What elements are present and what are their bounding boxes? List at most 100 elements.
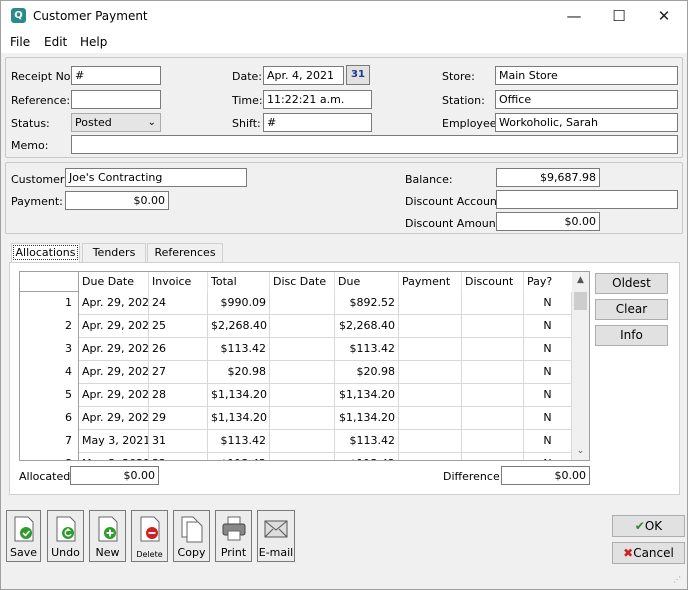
cell-invoice[interactable]: 26 — [149, 338, 208, 361]
cell-discount[interactable] — [462, 292, 524, 315]
cell-discount[interactable] — [462, 430, 524, 453]
tab-references[interactable]: References — [147, 243, 223, 262]
cell-due[interactable]: $1,134.20 — [335, 407, 399, 430]
tab-allocations[interactable]: Allocations — [11, 243, 80, 262]
clear-button[interactable]: Clear — [595, 299, 668, 320]
cell-due-date[interactable]: Apr. 29, 2021 — [79, 338, 149, 361]
copy-button[interactable]: Copy — [173, 510, 210, 562]
cell-payment[interactable] — [399, 361, 462, 384]
cell-due-date[interactable]: Apr. 29, 2021 — [79, 384, 149, 407]
employee-field[interactable]: Workoholic, Sarah — [495, 113, 678, 132]
cell-discount[interactable] — [462, 315, 524, 338]
cell-disc-date[interactable] — [270, 430, 335, 453]
reference-field[interactable] — [71, 90, 161, 109]
table-row[interactable]: 8May 3, 202132$113.42$113.42N — [20, 453, 580, 460]
table-row[interactable]: 3 Apr. 29, 2021 26 $113.42 $113.42 N — [20, 338, 580, 361]
cell-invoice[interactable]: 29 — [149, 407, 208, 430]
scroll-down-icon[interactable]: ⌄ — [572, 443, 589, 460]
cell-due-date[interactable]: May 3, 2021 — [79, 453, 149, 460]
col-header-discount[interactable]: Discount — [462, 272, 524, 292]
cell-total[interactable]: $1,134.20 — [208, 384, 270, 407]
col-header-payment[interactable]: Payment — [399, 272, 462, 292]
cell-discount[interactable] — [462, 361, 524, 384]
cell-payment[interactable] — [399, 430, 462, 453]
close-button[interactable]: ✕ — [654, 6, 674, 26]
cell-payment[interactable] — [399, 315, 462, 338]
cell-disc-date[interactable] — [270, 407, 335, 430]
menu-help[interactable]: Help — [80, 35, 107, 49]
delete-button[interactable]: Delete — [131, 510, 168, 562]
maximize-button[interactable]: ☐ — [609, 6, 629, 26]
cell-payment[interactable] — [399, 453, 462, 460]
scroll-up-icon[interactable]: ▲ — [572, 272, 589, 289]
cell-due[interactable]: $113.42 — [335, 338, 399, 361]
cancel-button[interactable]: ✖Cancel — [612, 542, 685, 564]
cell-total[interactable]: $2,268.40 — [208, 315, 270, 338]
col-header-due[interactable]: Due — [335, 272, 399, 292]
menu-file[interactable]: File — [10, 35, 30, 49]
cell-total[interactable]: $20.98 — [208, 361, 270, 384]
cell-invoice[interactable]: 31 — [149, 430, 208, 453]
receipt-no-field[interactable]: # — [71, 66, 161, 85]
ok-button[interactable]: ✔OK — [612, 515, 685, 537]
cell-total[interactable]: $113.42 — [208, 338, 270, 361]
cell-pay[interactable]: N — [524, 315, 572, 338]
tab-tenders[interactable]: Tenders — [82, 243, 146, 262]
cell-discount[interactable] — [462, 453, 524, 460]
cell-due[interactable]: $20.98 — [335, 361, 399, 384]
cell-due[interactable]: $113.42 — [335, 453, 399, 460]
cell-discount[interactable] — [462, 407, 524, 430]
customer-field[interactable]: Joe's Contracting — [65, 168, 247, 187]
calendar-button[interactable]: 31 — [346, 65, 370, 85]
discount-account-field[interactable] — [496, 190, 678, 209]
new-button[interactable]: New — [89, 510, 126, 562]
payment-field[interactable]: $0.00 — [65, 191, 169, 210]
cell-disc-date[interactable] — [270, 338, 335, 361]
status-select[interactable]: Posted ⌄ — [71, 113, 161, 132]
cell-pay[interactable]: N — [524, 384, 572, 407]
table-row[interactable]: 1 Apr. 29, 2021 24 $990.09 $892.52 N — [20, 292, 580, 315]
table-row[interactable]: 7 May 3, 2021 31 $113.42 $113.42 N — [20, 430, 580, 453]
cell-due[interactable]: $2,268.40 — [335, 315, 399, 338]
cell-total[interactable]: $1,134.20 — [208, 407, 270, 430]
menu-edit[interactable]: Edit — [44, 35, 67, 49]
cell-invoice[interactable]: 25 — [149, 315, 208, 338]
time-field[interactable]: 11:22:21 a.m. — [263, 90, 372, 109]
table-row[interactable]: 5 Apr. 29, 2021 28 $1,134.20 $1,134.20 N — [20, 384, 580, 407]
cell-pay[interactable]: N — [524, 338, 572, 361]
col-header-pay[interactable]: Pay? — [524, 272, 572, 292]
cell-due-date[interactable]: Apr. 29, 2021 — [79, 315, 149, 338]
cell-invoice[interactable]: 27 — [149, 361, 208, 384]
cell-due[interactable]: $1,134.20 — [335, 384, 399, 407]
grid-vertical-scrollbar[interactable]: ▲ ⌄ — [572, 272, 589, 460]
cell-due-date[interactable]: Apr. 29, 2021 — [79, 407, 149, 430]
cell-due-date[interactable]: Apr. 29, 2021 — [79, 292, 149, 315]
memo-field[interactable] — [71, 135, 678, 154]
table-row[interactable]: 4 Apr. 29, 2021 27 $20.98 $20.98 N — [20, 361, 580, 384]
cell-payment[interactable] — [399, 407, 462, 430]
cell-due-date[interactable]: Apr. 29, 2021 — [79, 361, 149, 384]
col-header-invoice[interactable]: Invoice — [149, 272, 208, 292]
print-button[interactable]: Print — [215, 510, 252, 562]
cell-total[interactable]: $990.09 — [208, 292, 270, 315]
col-header-due-date[interactable]: Due Date — [79, 272, 149, 292]
col-header-disc-date[interactable]: Disc Date — [270, 272, 335, 292]
discount-amount-field[interactable]: $0.00 — [496, 212, 600, 231]
cell-due-date[interactable]: May 3, 2021 — [79, 430, 149, 453]
oldest-button[interactable]: Oldest — [595, 273, 668, 294]
cell-invoice[interactable]: 28 — [149, 384, 208, 407]
scroll-thumb[interactable] — [574, 292, 587, 310]
cell-discount[interactable] — [462, 338, 524, 361]
cell-invoice[interactable]: 32 — [149, 453, 208, 460]
cell-pay[interactable]: N — [524, 292, 572, 315]
cell-disc-date[interactable] — [270, 315, 335, 338]
cell-disc-date[interactable] — [270, 292, 335, 315]
cell-total[interactable]: $113.42 — [208, 430, 270, 453]
table-row[interactable]: 2 Apr. 29, 2021 25 $2,268.40 $2,268.40 N — [20, 315, 580, 338]
cell-pay[interactable]: N — [524, 407, 572, 430]
cell-disc-date[interactable] — [270, 384, 335, 407]
minimize-button[interactable]: — — [564, 6, 584, 26]
save-button[interactable]: Save — [6, 510, 41, 562]
cell-due[interactable]: $892.52 — [335, 292, 399, 315]
cell-disc-date[interactable] — [270, 453, 335, 460]
